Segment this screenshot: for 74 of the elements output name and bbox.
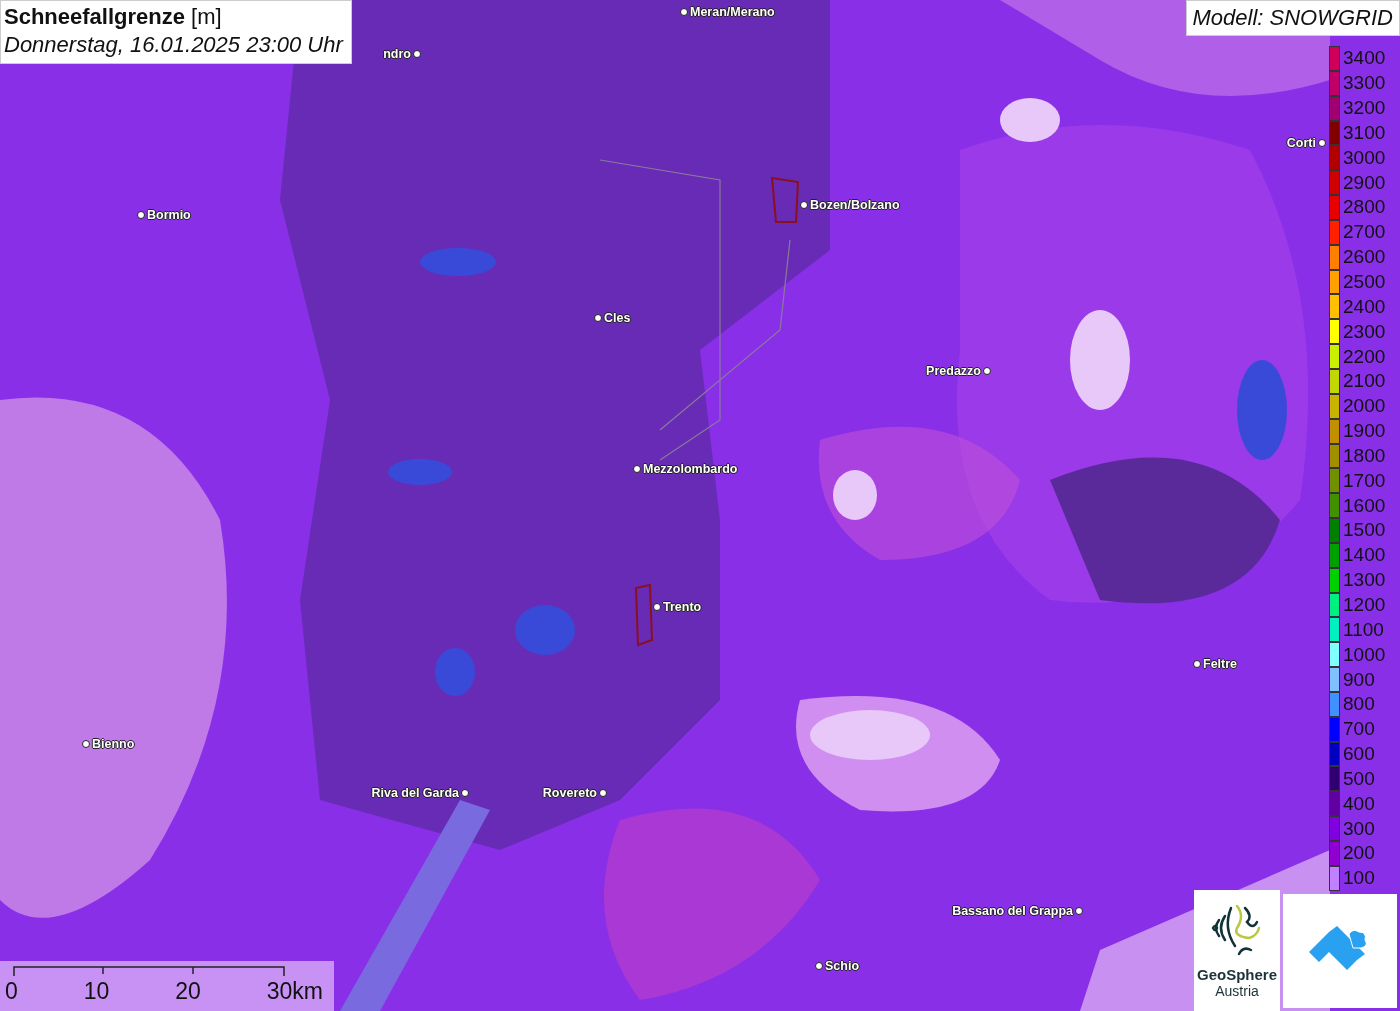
city-label: Bienno — [92, 736, 135, 752]
legend-value: 3300 — [1343, 72, 1386, 95]
legend-value: 400 — [1343, 792, 1375, 815]
map-datetime: Donnerstag, 16.01.2025 23:00 Uhr — [4, 31, 343, 59]
city-marker-icon — [800, 201, 808, 209]
legend-value: 600 — [1343, 743, 1375, 766]
legend-value: 2800 — [1343, 196, 1386, 219]
legend-value: 200 — [1343, 842, 1375, 865]
city-marker-icon — [1193, 660, 1201, 668]
city-marker-icon — [461, 789, 469, 797]
legend-value: 2300 — [1343, 320, 1386, 343]
scale-label: 0 — [5, 977, 18, 1005]
legend-value: 1000 — [1343, 643, 1386, 666]
scale-label: 30km — [266, 977, 323, 1005]
city-label: Bormio — [147, 207, 191, 223]
city-label: Predazzo — [926, 363, 981, 379]
city-label: ndro — [383, 46, 411, 62]
city-label: Mezzolombardo — [643, 461, 738, 477]
city-label: Schio — [825, 958, 860, 974]
legend-value: 3200 — [1343, 97, 1386, 120]
city-marker-icon — [594, 314, 602, 322]
city-marker-icon — [137, 211, 145, 219]
legend-value: 1900 — [1343, 420, 1386, 443]
legend-value: 2900 — [1343, 171, 1386, 194]
city-label: Feltre — [1203, 656, 1238, 672]
legend-value: 1300 — [1343, 569, 1386, 592]
legend-value: 1200 — [1343, 594, 1386, 616]
logo-wordmark: GeoSphere — [1197, 966, 1277, 983]
city-label: Corti — [1286, 135, 1316, 151]
legend-value: 1800 — [1343, 444, 1386, 467]
model-label: Modell: SNOWGRID — [1185, 0, 1400, 36]
map-title: Schneefallgrenze [m] — [4, 3, 223, 31]
city-marker-icon — [633, 465, 641, 473]
legend-value: 900 — [1343, 668, 1375, 691]
city-label: Bozen/Bolzano — [810, 197, 900, 213]
legend-value: 2100 — [1343, 370, 1386, 393]
legend-value: 2600 — [1343, 246, 1386, 269]
city-marker-icon — [653, 603, 661, 611]
city-marker-icon — [1075, 907, 1083, 915]
legend-value: 1400 — [1343, 544, 1386, 567]
city-label: Riva del Garda — [371, 785, 459, 801]
legend-value: 2500 — [1343, 271, 1386, 293]
city-marker-icon — [983, 367, 991, 375]
legend-value: 100 — [1343, 867, 1375, 890]
city-label: Cles — [604, 310, 631, 326]
scale-label: 20 — [175, 977, 201, 1005]
legend-value: 3100 — [1343, 121, 1386, 144]
city-label: Rovereto — [542, 785, 597, 801]
city-marker-icon — [680, 8, 688, 16]
legend-value: 1600 — [1343, 494, 1386, 517]
legend-value: 500 — [1343, 767, 1375, 790]
legend-value: 2000 — [1343, 395, 1386, 418]
legend-value: 700 — [1343, 718, 1375, 741]
legend-value: 800 — [1343, 693, 1375, 716]
legend-value: 1500 — [1343, 519, 1386, 542]
city-marker-icon — [1318, 139, 1326, 147]
city-label: Bassano del Grappa — [952, 903, 1073, 919]
legend-value: 3400 — [1343, 47, 1386, 70]
legend-value: 300 — [1343, 817, 1375, 840]
city-marker-icon — [599, 789, 607, 797]
legend-value: 3000 — [1343, 146, 1386, 169]
legend-value: 1700 — [1343, 469, 1386, 492]
city-marker-icon — [815, 962, 823, 970]
city-marker-icon — [413, 50, 421, 58]
city-label: Trento — [663, 599, 702, 615]
scale-ruler-icon — [13, 965, 285, 977]
city-label: Meran/Merano — [690, 4, 775, 20]
legend-value: 2200 — [1343, 345, 1386, 368]
legend-value: 2400 — [1343, 295, 1386, 318]
city-marker-icon — [82, 740, 90, 748]
legend-value: 2700 — [1343, 221, 1386, 244]
legend-value: 1100 — [1343, 618, 1384, 641]
logo-subtitle: Austria — [1215, 983, 1259, 999]
scale-label: 10 — [83, 977, 110, 1005]
